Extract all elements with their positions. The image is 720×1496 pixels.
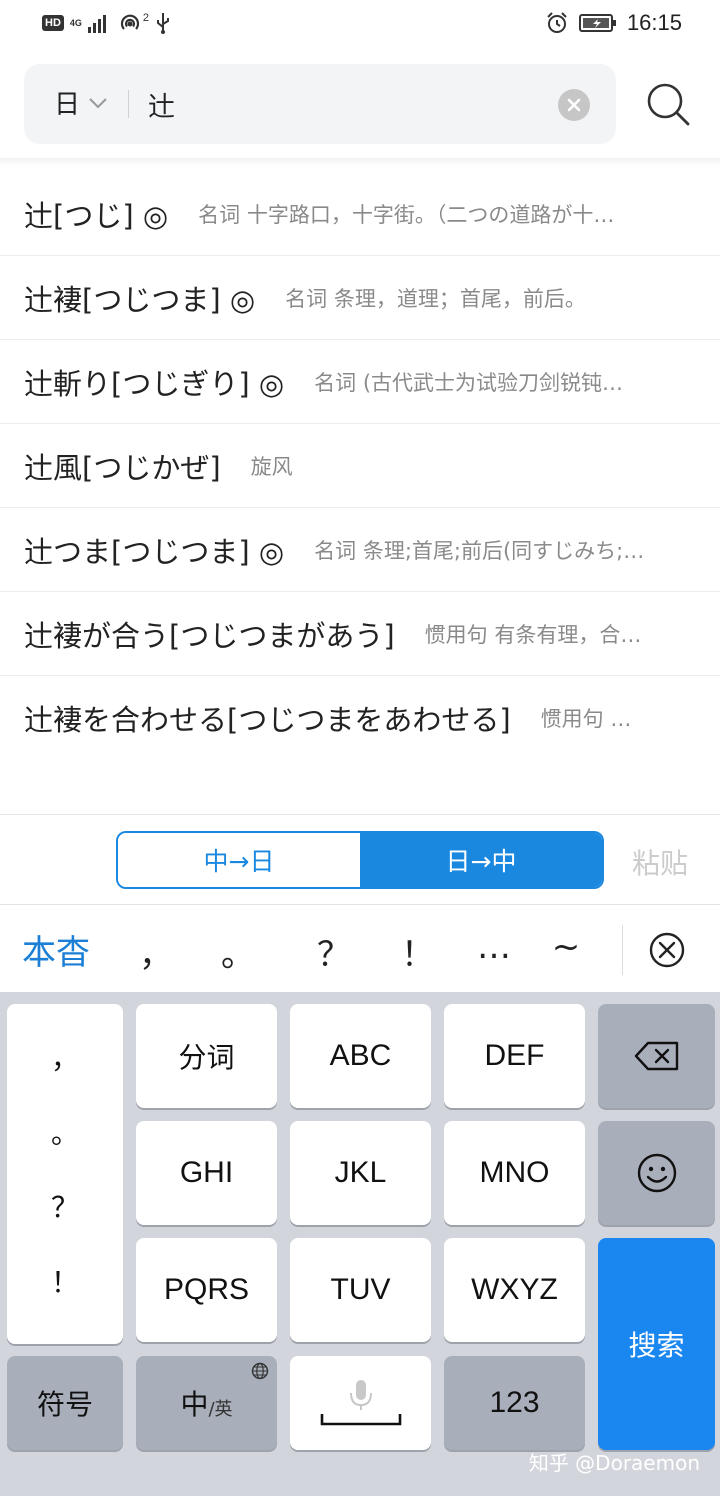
paste-button[interactable]: 粘贴	[632, 842, 688, 882]
wxyz-key[interactable]: WXYZ	[444, 1238, 585, 1342]
candidate-period[interactable]: 。	[216, 927, 260, 976]
punct-question: ？	[50, 1192, 79, 1224]
close-keyboard-button[interactable]	[648, 931, 686, 969]
result-definition: 名词 条理，道理；首尾，前后。	[285, 286, 586, 311]
emoji-key[interactable]	[598, 1121, 715, 1225]
list-item[interactable]: 辻褄を合わせる[つじつまをあわせる] 惯用句 …	[0, 676, 720, 760]
candidate-question[interactable]: ？	[312, 927, 356, 976]
candidate-separator	[622, 925, 623, 975]
hd-badge-icon: HD	[42, 15, 64, 31]
result-word: 辻つま[つじつま] ◎	[24, 534, 285, 569]
candidate-exclaim[interactable]: ！	[396, 927, 440, 976]
number-key[interactable]: 123	[444, 1356, 585, 1450]
network-label: 4G	[69, 18, 82, 28]
emoji-icon	[637, 1153, 676, 1193]
hotspot-icon	[120, 14, 139, 30]
candidate-tilde[interactable]: ~	[544, 927, 588, 967]
search-box: 日	[24, 64, 616, 144]
mno-key[interactable]: MNO	[444, 1121, 585, 1225]
status-time: 16:15	[626, 10, 682, 35]
space-key[interactable]	[290, 1356, 431, 1450]
list-item[interactable]: 辻褄が合う[つじつまがあう] 惯用句 有条有理，合…	[0, 592, 720, 676]
divider	[0, 814, 720, 815]
usb-icon	[157, 13, 170, 34]
segment-key[interactable]: 分词	[136, 1004, 277, 1108]
search-key[interactable]: 搜索	[598, 1238, 715, 1450]
chevron-down-icon	[89, 97, 107, 108]
lang-main-label: 中	[180, 1388, 209, 1421]
search-button[interactable]	[644, 80, 692, 128]
result-definition: 旋风	[250, 454, 293, 479]
mic-icon	[320, 1380, 401, 1426]
backspace-icon	[634, 1041, 678, 1071]
keyboard: ， 。 ？ ！ 分词 ABC DEF GHI JKL MNO PQRS TUV …	[0, 992, 720, 1496]
lang-switch-key[interactable]: 中/英	[136, 1356, 277, 1450]
result-word: 辻褄を合わせる[つじつまをあわせる]	[24, 703, 511, 737]
ghi-key[interactable]: GHI	[136, 1121, 277, 1225]
direction-toggle: 中→日 日→中	[116, 831, 604, 889]
result-word: 辻斬り[つじぎり] ◎	[24, 366, 285, 401]
candidate-main[interactable]: 本杳	[22, 925, 90, 974]
backspace-key[interactable]	[598, 1004, 715, 1108]
pqrs-key[interactable]: PQRS	[136, 1238, 277, 1342]
result-word: 辻褄[つじつま] ◎	[24, 282, 256, 317]
punct-comma: ，	[50, 1043, 79, 1075]
candidate-comma[interactable]: ，	[134, 927, 178, 976]
alarm-icon	[547, 12, 567, 33]
result-definition: 名词 条理;首尾;前后(同すじみち;…	[314, 538, 645, 563]
cn-to-jp-button[interactable]: 中→日	[118, 833, 360, 887]
clear-button[interactable]	[558, 89, 590, 121]
close-circle-icon	[649, 932, 685, 968]
list-item[interactable]: 辻[つじ] ◎ 名词 十字路口，十字街。（二つの道路が十…	[0, 172, 720, 256]
search-input[interactable]	[148, 82, 548, 126]
result-definition: 惯用句 …	[540, 707, 632, 731]
list-item[interactable]: 辻風[つじかぜ] 旋风	[0, 424, 720, 508]
result-definition: 名词 十字路口，十字街。（二つの道路が十…	[198, 202, 615, 227]
candidate-bar: 本杳 ， 。 ？ ！ … ~	[0, 904, 720, 992]
hotspot-count: 2	[142, 12, 150, 24]
result-word: 辻風[つじかぜ]	[24, 450, 221, 485]
jp-to-cn-button[interactable]: 日→中	[360, 833, 602, 887]
candidate-ellipsis[interactable]: …	[472, 927, 516, 967]
search-icon	[647, 83, 690, 126]
search-divider	[128, 90, 129, 118]
result-word: 辻[つじ] ◎	[24, 198, 169, 233]
results-list: 辻[つじ] ◎ 名词 十字路口，十字街。（二つの道路が十… 辻褄[つじつま] ◎…	[0, 172, 720, 760]
result-word: 辻褄が合う[つじつまがあう]	[24, 618, 395, 653]
tuv-key[interactable]: TUV	[290, 1238, 431, 1342]
battery-icon	[578, 14, 616, 32]
abc-key[interactable]: ABC	[290, 1004, 431, 1108]
result-definition: 名词 (古代武士为试验刀剑锐钝…	[314, 370, 624, 395]
status-left: HD 4G 2	[42, 12, 171, 34]
status-bar: HD 4G 2 16:15	[0, 0, 720, 50]
punct-period: 。	[50, 1117, 79, 1149]
result-definition: 惯用句 有条有理，合…	[424, 622, 642, 647]
globe-icon	[251, 1362, 269, 1380]
list-item[interactable]: 辻つま[つじつま] ◎ 名词 条理;首尾;前后(同すじみち;…	[0, 508, 720, 592]
header-shadow	[0, 158, 720, 166]
language-selector[interactable]: 日	[54, 84, 108, 121]
status-right: 16:15	[545, 10, 682, 36]
punct-exclaim: ！	[50, 1266, 79, 1298]
def-key[interactable]: DEF	[444, 1004, 585, 1108]
symbol-key[interactable]: 符号	[7, 1356, 123, 1450]
punct-column-key[interactable]: ， 。 ？ ！	[7, 1004, 123, 1344]
list-item[interactable]: 辻褄[つじつま] ◎ 名词 条理，道理；首尾，前后。	[0, 256, 720, 340]
clear-icon	[567, 98, 581, 112]
signal-icon	[87, 15, 106, 33]
lang-sub-label: /英	[208, 1399, 233, 1420]
watermark: 知乎 @Doraemon	[528, 1451, 700, 1475]
language-label: 日	[54, 90, 81, 120]
list-item[interactable]: 辻斬り[つじぎり] ◎ 名词 (古代武士为试验刀剑锐钝…	[0, 340, 720, 424]
jkl-key[interactable]: JKL	[290, 1121, 431, 1225]
